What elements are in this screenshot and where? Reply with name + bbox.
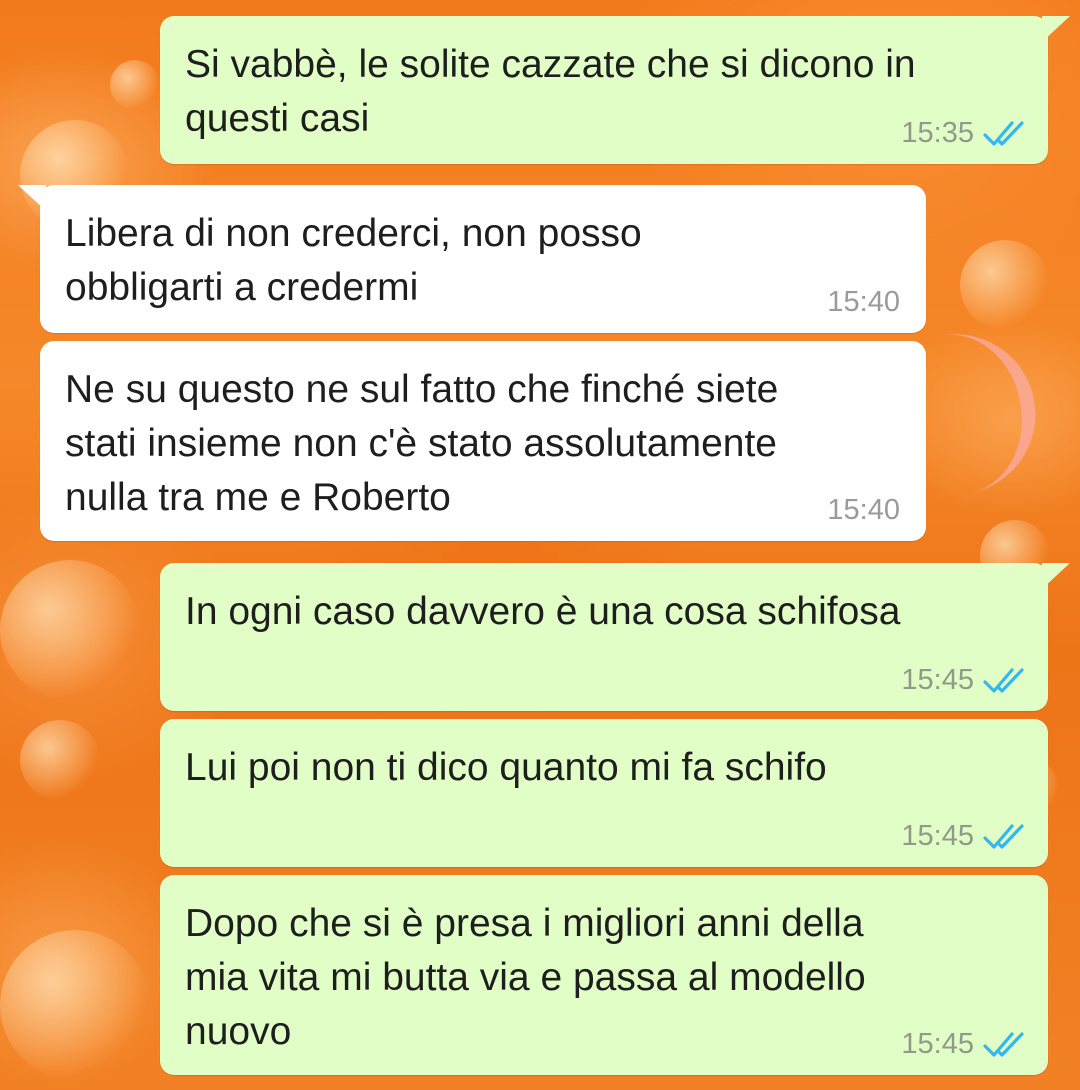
message-text: In ogni caso davvero è una cosa schifosa bbox=[185, 590, 901, 633]
bubble-tail bbox=[1042, 563, 1070, 589]
message-bubble-outgoing[interactable]: Dopo che si è presa i migliori anni dell… bbox=[160, 875, 1048, 1075]
message-text: Dopo che si è presa i migliori anni dell… bbox=[185, 902, 866, 1053]
message-bubble-outgoing[interactable]: Si vabbè, le solite cazzate che si dicon… bbox=[160, 16, 1070, 164]
bubble-tail bbox=[1042, 16, 1070, 42]
message-time: 15:35 bbox=[901, 117, 974, 149]
read-double-check-icon bbox=[983, 1031, 1024, 1057]
read-double-check-icon bbox=[983, 667, 1024, 693]
message-bubble-incoming[interactable]: Ne su questo ne sul fatto che finché sie… bbox=[40, 341, 926, 541]
message-time: 15:45 bbox=[901, 664, 974, 696]
message-text: Libera di non crederci, non posso obblig… bbox=[65, 212, 642, 309]
message-time: 15:45 bbox=[901, 1028, 974, 1060]
message-time: 15:45 bbox=[901, 820, 974, 852]
message-bubble-outgoing[interactable]: In ogni caso davvero è una cosa schifosa… bbox=[160, 563, 1070, 711]
message-text: Si vabbè, le solite cazzate che si dicon… bbox=[185, 43, 916, 140]
message-time: 15:40 bbox=[827, 494, 900, 526]
message-time: 15:40 bbox=[827, 286, 900, 318]
message-bubble-outgoing[interactable]: Lui poi non ti dico quanto mi fa schifo … bbox=[160, 719, 1048, 867]
read-double-check-icon bbox=[983, 823, 1024, 849]
message-text: Lui poi non ti dico quanto mi fa schifo bbox=[185, 746, 827, 789]
message-text: Ne su questo ne sul fatto che finché sie… bbox=[65, 368, 779, 519]
read-double-check-icon bbox=[983, 120, 1024, 146]
bubble-tail bbox=[18, 185, 46, 211]
message-bubble-incoming[interactable]: Libera di non crederci, non posso obblig… bbox=[18, 185, 926, 333]
